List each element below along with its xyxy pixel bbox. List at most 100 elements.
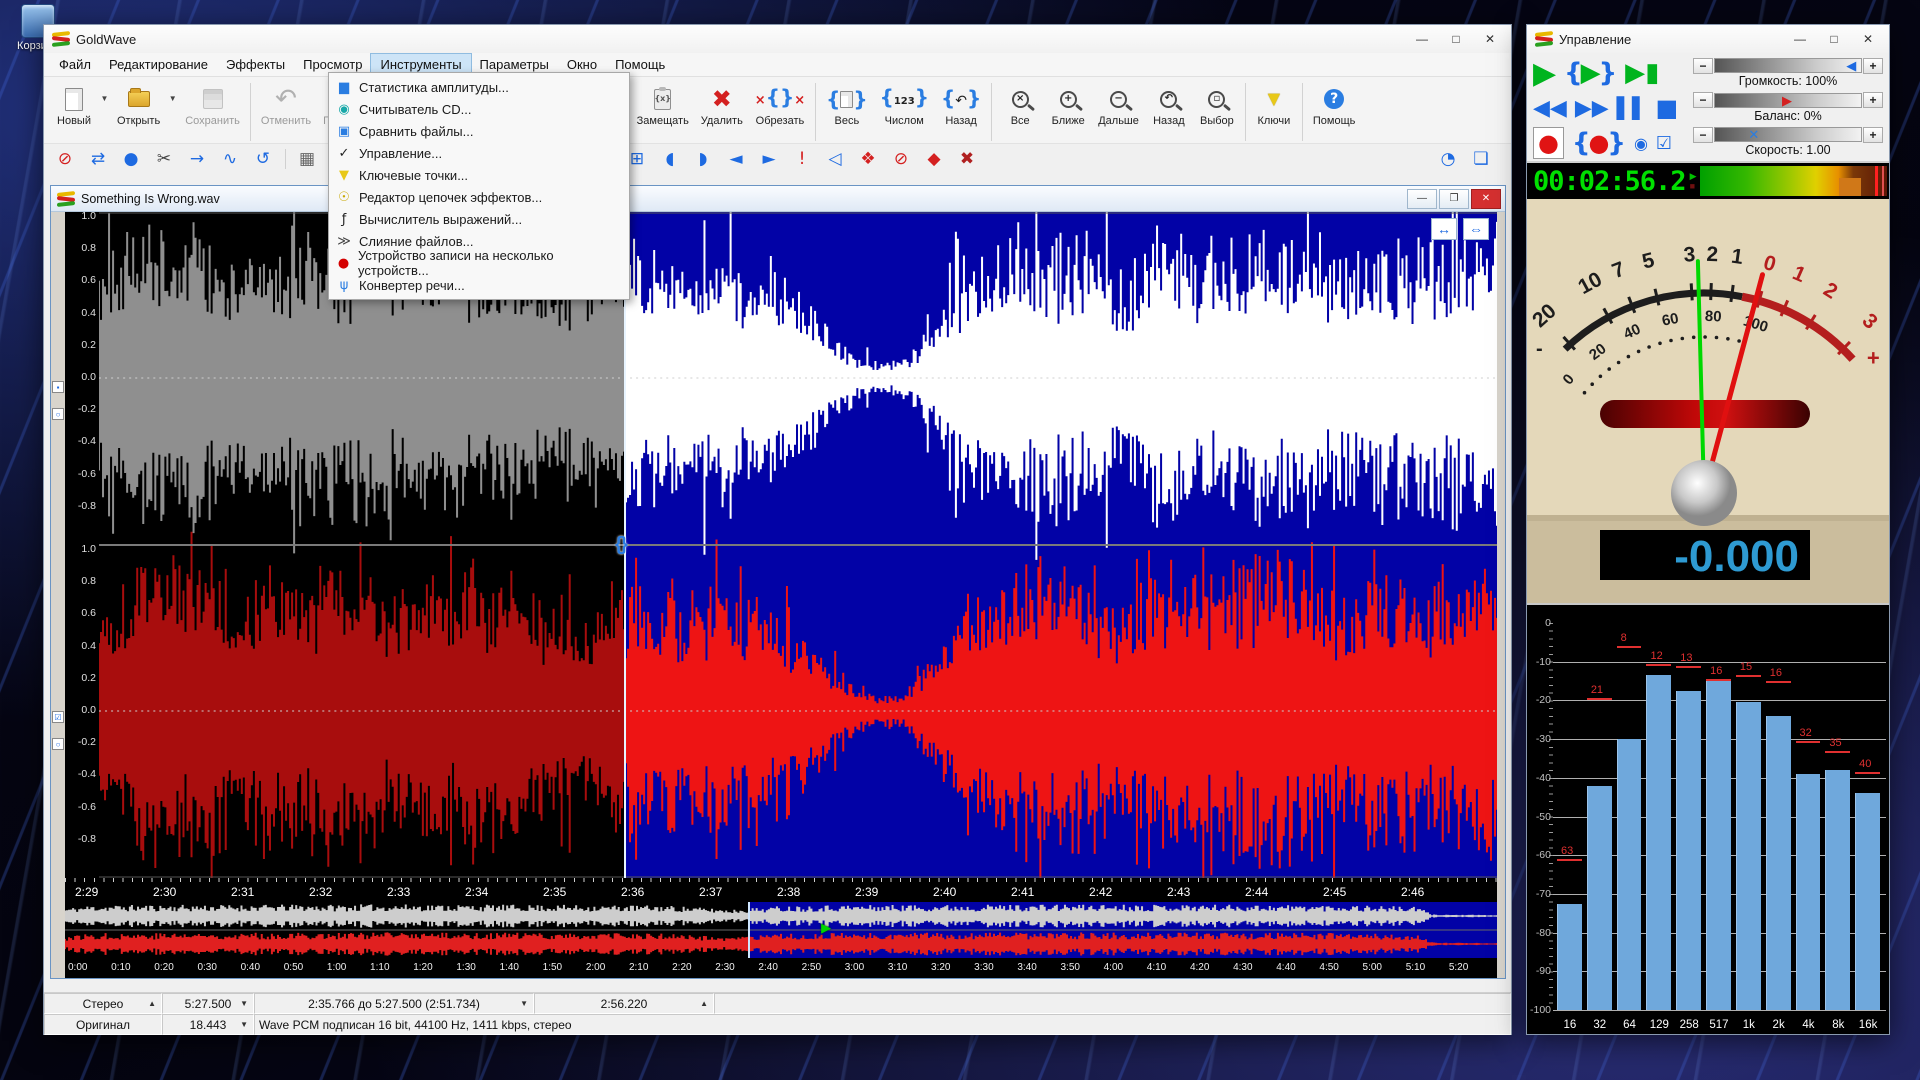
cut-marker-icon[interactable]: ✂ [151,147,177,171]
waveform-display[interactable] [99,212,1497,878]
dropdown-caret-icon[interactable]: ▼ [166,81,179,115]
ctl-close-button[interactable]: ✕ [1851,27,1885,51]
record-selection-button[interactable]: ● [1572,128,1626,158]
status-position[interactable]: 2:56.220▲ [534,993,714,1014]
открыть-button[interactable]: Открыть [111,81,166,129]
status-selection[interactable]: 2:35.766 до 5:27.500 (2:51.734)▼ [254,993,534,1014]
zoom-selection-fit-icon[interactable]: ↔ [1431,218,1457,240]
pan-left-icon[interactable]: ◖ [657,147,683,171]
status-zoom[interactable]: 18.443▼ [162,1014,254,1035]
новый-button[interactable]: Новый [50,81,98,129]
stop-button[interactable]: ■ [1655,94,1678,122]
speed-minus-button[interactable]: − [1693,127,1713,143]
volume-plus-button[interactable]: + [1863,58,1883,74]
rewind-button[interactable]: ◀◀ [1533,96,1567,121]
channel-toggle-button[interactable]: ☑ [52,711,64,723]
volume-minus-button[interactable]: − [1693,58,1713,74]
speed-plus-button[interactable]: + [1863,127,1883,143]
pan-right-icon[interactable]: ◗ [690,147,716,171]
channel-toggle-button[interactable]: ▪ [52,381,64,393]
menu-item-cd-reader[interactable]: ◉Считыватель CD... [329,98,629,120]
speaker-outline-icon[interactable]: ◁ [822,147,848,171]
mute-red-icon[interactable]: ⊘ [52,147,78,171]
shapes-icon[interactable]: ❖ [855,147,881,171]
record-monitor-button[interactable]: ◉ [1634,134,1648,153]
record-new-button[interactable]: ● [1533,127,1564,159]
record-check-button[interactable]: ☑ [1656,133,1672,154]
minimize-button[interactable]: — [1405,27,1439,51]
diamond-icon[interactable]: ◆ [921,147,947,171]
mark-right-icon[interactable]: ► [756,147,782,171]
down-arrow-icon[interactable]: ▼ [240,999,248,1008]
удалить-button[interactable]: ✖Удалить [695,81,749,129]
chat-icon[interactable]: ❏ [1468,147,1494,171]
doc-close-button[interactable]: ✕ [1471,189,1501,209]
sine-wave-icon[interactable]: ∿ [217,147,243,171]
mark-left-icon[interactable]: ◄ [723,147,749,171]
invert-x-icon[interactable]: ✖ [954,147,980,171]
balance-minus-button[interactable]: − [1693,92,1713,108]
menu-Редактирование[interactable]: Редактирование [100,54,217,75]
dropdown-caret-icon[interactable]: ▼ [98,81,111,115]
overview-strip[interactable]: ▶ [65,902,1497,958]
speed-slider[interactable]: − ✕ + [1693,126,1883,143]
ключи-button[interactable]: ▼Ключи [1250,81,1298,129]
выбор-button[interactable]: ▫Выбор [1193,81,1241,129]
menu-item-expression-evaluator[interactable]: ƒВычислитель выражений... [329,208,629,230]
sphere-icon[interactable]: ● [118,147,144,171]
doc-minimize-button[interactable]: — [1407,189,1437,209]
selection-start-handle[interactable]: {} [615,534,626,556]
menu-item-effect-chain-editor[interactable]: ☉Редактор цепочек эффектов... [329,186,629,208]
ctl-maximize-button[interactable]: □ [1817,27,1851,51]
clock-icon[interactable]: ◔ [1435,147,1461,171]
pan-arrows-icon[interactable]: ⇄ [85,147,111,171]
menu-item-amplitude-statistics[interactable]: ▆Статистика амплитуды... [329,76,629,98]
назад-button[interactable]: {↶}Назад [935,81,987,129]
menu-item-check[interactable]: ✓Управление... [329,142,629,164]
отменить-button[interactable]: ↶Отменить [255,81,317,129]
no-entry-icon[interactable]: ⊘ [888,147,914,171]
status-quality[interactable]: Оригинал [44,1014,162,1035]
fast-forward-button[interactable]: ▶▶ [1575,96,1609,121]
замещать-button[interactable]: {x}Замещать [631,81,695,129]
up-arrow-icon[interactable]: ▲ [148,999,156,1008]
дальше-button[interactable]: −Дальше [1092,81,1145,129]
maximize-button[interactable]: □ [1439,27,1473,51]
menu-item-cue-points[interactable]: ▼Ключевые точки... [329,164,629,186]
menu-Файл[interactable]: Файл [50,54,100,75]
ctl-minimize-button[interactable]: — [1783,27,1817,51]
play-button[interactable]: ▶ [1533,56,1556,91]
balance-slider-handle[interactable]: ▶ [1782,94,1792,108]
up-arrow-icon[interactable]: ▲ [700,999,708,1008]
все-button[interactable]: ×Все [996,81,1044,129]
down-arrow-icon[interactable]: ▼ [520,999,528,1008]
play-to-end-button[interactable]: ▶▮ [1625,58,1659,88]
main-title-bar[interactable]: GoldWave — □ ✕ [44,25,1511,53]
volume-slider-handle[interactable]: ◀ [1846,59,1856,73]
goto-arrow-icon[interactable]: → [184,147,210,171]
обрезать-button[interactable]: ×{}×Обрезать [749,81,811,129]
down-arrow-icon[interactable]: ▼ [240,1020,248,1029]
control-title-bar[interactable]: Управление — □ ✕ [1527,25,1889,53]
помощь-button[interactable]: ?Помощь [1307,81,1362,129]
zoom-all-fit-icon[interactable]: ⇔ [1463,218,1489,240]
doc-restore-button[interactable]: ❐ [1439,189,1469,209]
volume-slider[interactable]: − ◀ + [1693,57,1883,74]
menu-item-multi-device-recorder[interactable]: ●Устройство записи на несколько устройст… [329,252,629,274]
сохранить-button[interactable]: Сохранить [179,81,246,129]
time-axis[interactable]: 2:292:302:312:322:332:342:352:362:372:38… [65,878,1497,902]
числом-button[interactable]: {123}Числом [874,81,935,129]
status-channel-mode[interactable]: Стерео▲ [44,993,162,1014]
overview-selection-marker[interactable] [748,902,750,958]
balance-plus-button[interactable]: + [1863,92,1883,108]
menu-Эффекты[interactable]: Эффекты [217,54,294,75]
channel-toggle-button[interactable]: ○ [52,408,64,420]
undo-loop-icon[interactable]: ↺ [250,147,276,171]
status-length[interactable]: 5:27.500▼ [162,993,254,1014]
play-selection-button[interactable]: ▶ [1564,58,1617,88]
document-title-bar[interactable]: Something Is Wrong.wav — ❐ ✕ [51,186,1505,212]
channel-toggle-button[interactable]: ○ [52,738,64,750]
speed-slider-handle[interactable]: ✕ [1748,128,1759,142]
device-icon[interactable]: ▦ [294,147,320,171]
весь-button[interactable]: {}Весь [820,81,874,129]
